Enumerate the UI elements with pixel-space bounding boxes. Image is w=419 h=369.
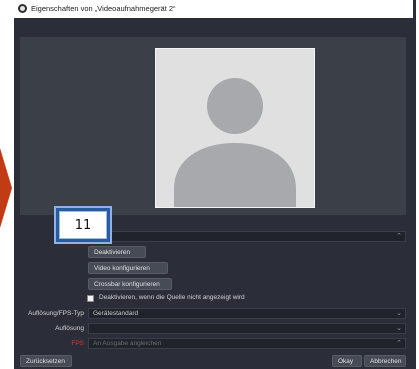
arrow-icon xyxy=(0,148,12,228)
step-number-badge: 11 xyxy=(54,206,112,244)
cancel-button-label: Abbrechen xyxy=(370,357,402,365)
resolution-fps-type-select[interactable]: Gerätestandard ⌄ xyxy=(88,308,406,319)
reset-button-label: Zurücksetzen xyxy=(26,357,66,365)
resolution-select[interactable]: ⌄ xyxy=(88,323,406,334)
configure-video-button[interactable]: Video konfigurieren xyxy=(88,262,168,274)
configure-crossbar-label: Crossbar konfigurieren xyxy=(94,280,160,288)
obs-icon xyxy=(18,4,27,13)
up-down-icon: ⌃ xyxy=(396,233,402,240)
deactivate-button-label: Deaktivieren xyxy=(94,248,131,256)
user-avatar-icon xyxy=(155,48,315,208)
chevron-down-icon: ⌄ xyxy=(396,325,402,332)
video-preview xyxy=(20,37,406,215)
ok-button[interactable]: Okay xyxy=(332,355,362,367)
resolution-label: Auflösung xyxy=(55,325,84,332)
deactivate-when-hidden-checkbox[interactable] xyxy=(87,295,94,302)
fps-value: An Ausgabe angleichen xyxy=(93,340,162,347)
configure-video-label: Video konfigurieren xyxy=(94,264,150,272)
resolution-fps-type-label: Auflösung/FPS-Typ xyxy=(28,310,84,317)
fps-select[interactable]: An Ausgabe angleichen ⌃ xyxy=(88,338,406,349)
cancel-button[interactable]: Abbrechen xyxy=(364,355,406,367)
title-bar: Eigenschaften von „Videoaufnahmegerät 2“ xyxy=(14,0,413,18)
device-select[interactable]: ⌃ xyxy=(88,231,406,242)
up-down-icon: ⌃ xyxy=(396,340,402,347)
step-number: 11 xyxy=(74,218,92,233)
ok-button-label: Okay xyxy=(338,357,354,365)
deactivate-when-hidden-label: Deaktivieren, wenn die Quelle nicht ange… xyxy=(99,294,245,301)
chevron-down-icon: ⌄ xyxy=(396,310,402,317)
deactivate-button[interactable]: Deaktivieren xyxy=(88,246,146,258)
fps-label: FPS xyxy=(71,340,84,347)
background-frame-left xyxy=(0,0,14,369)
properties-dialog: Eigenschaften von „Videoaufnahmegerät 2“… xyxy=(14,0,413,369)
window-title: Eigenschaften von „Videoaufnahmegerät 2“ xyxy=(31,4,176,13)
background-frame-right xyxy=(413,0,419,369)
reset-button[interactable]: Zurücksetzen xyxy=(20,355,72,367)
configure-crossbar-button[interactable]: Crossbar konfigurieren xyxy=(88,278,172,290)
resolution-fps-type-value: Gerätestandard xyxy=(93,310,139,317)
